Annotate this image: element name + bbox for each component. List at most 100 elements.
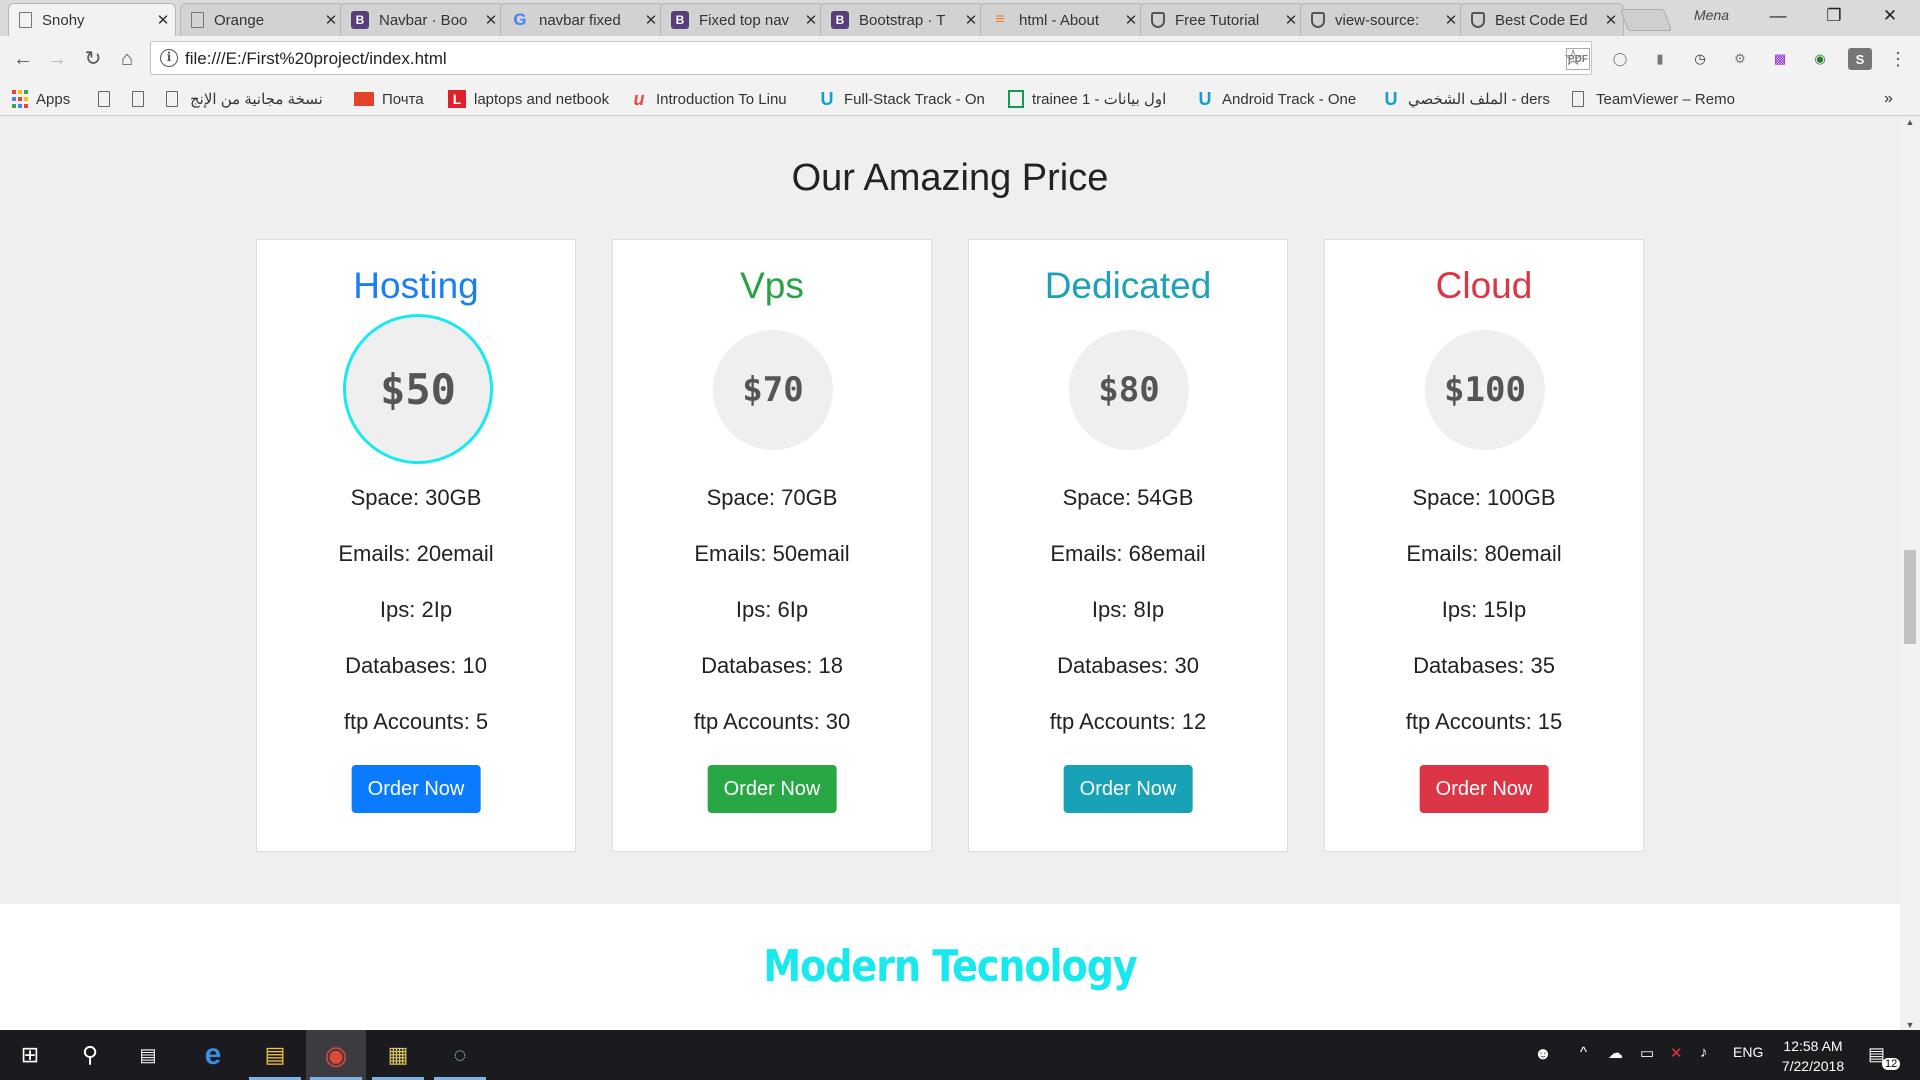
- order-now-button[interactable]: Order Now: [1419, 765, 1549, 813]
- pdf-save-icon[interactable]: ▩: [1768, 48, 1792, 70]
- pdf-extension-icon[interactable]: PDF: [1566, 48, 1590, 70]
- tab-title: Orange: [214, 11, 265, 29]
- home-icon[interactable]: ⌂: [112, 44, 142, 74]
- bookmark-label: laptops and netbook: [474, 90, 610, 108]
- browser-tab[interactable]: view-source: ✕: [1300, 3, 1464, 36]
- order-now-button[interactable]: Order Now: [707, 765, 837, 813]
- plan-feature: Databases: 30: [1057, 653, 1199, 678]
- edge-icon[interactable]: e: [183, 1030, 243, 1080]
- extension-globe-icon[interactable]: ◯: [1608, 48, 1632, 70]
- vertical-scrollbar[interactable]: ▲ ▼: [1900, 117, 1920, 1030]
- browser-tab[interactable]: Free Tutorial ✕: [1140, 3, 1304, 36]
- bookmarks-overflow-icon[interactable]: »: [1884, 89, 1893, 109]
- bookmark-item[interactable]: U الملف الشخصي - ders: [1382, 89, 1550, 109]
- scroll-down-icon[interactable]: ▼: [1900, 1020, 1920, 1030]
- browser-tab[interactable]: Gnavbar fixed ✕: [500, 3, 664, 36]
- browser-tab[interactable]: Snohy ✕: [8, 3, 176, 36]
- people-icon[interactable]: ☻: [1534, 1044, 1552, 1064]
- url-text[interactable]: file:///E:/First%20project/index.html: [185, 49, 447, 69]
- pricing-card: Dedicated $80 Space: 54GB Emails: 68email Ip…: [968, 239, 1288, 852]
- bookmark-item[interactable]: trainee 1 - اول بيانات: [1008, 89, 1166, 109]
- mail-icon: [354, 92, 374, 106]
- tray-overflow-icon[interactable]: ^: [1580, 1044, 1587, 1061]
- page-icon: [98, 91, 110, 107]
- site-info-icon[interactable]: i: [160, 49, 178, 67]
- pricing-card: Hosting $50 Space: 30GB Emails: 20email Ips:…: [256, 239, 576, 852]
- globe-extension-icon[interactable]: ◉: [1808, 48, 1832, 70]
- bookmark-item[interactable]: [132, 89, 156, 109]
- plan-name: Hosting: [353, 265, 479, 306]
- reload-icon[interactable]: ↻: [78, 44, 108, 74]
- close-tab-icon[interactable]: ✕: [1599, 11, 1623, 29]
- bookmark-item[interactable]: Llaptops and netbook: [448, 89, 609, 109]
- battery-icon[interactable]: ▭: [1640, 1044, 1654, 1062]
- bookmark-extension-icon[interactable]: ▮: [1648, 48, 1672, 70]
- browser-tab[interactable]: B Bootstrap · T ✕: [820, 3, 984, 36]
- bookmark-item[interactable]: [98, 89, 122, 109]
- bookmark-item[interactable]: u Introduction To Linu: [630, 89, 787, 109]
- pricing-card: Vps $70 Space: 70GB Emails: 50email Ips: 6Ip…: [612, 239, 932, 852]
- apps-grid-icon: [12, 90, 28, 108]
- windows-start-icon[interactable]: ⊞: [0, 1030, 60, 1080]
- file-explorer-icon[interactable]: ▤: [245, 1030, 305, 1080]
- media-app-icon[interactable]: ▦: [368, 1030, 428, 1080]
- network-icon[interactable]: ✕: [1670, 1044, 1683, 1062]
- clock[interactable]: 12:58 AM 7/22/2018: [1768, 1036, 1858, 1076]
- browser-tab[interactable]: B Fixed top nav ✕: [660, 3, 824, 36]
- bookmark-apps[interactable]: Apps: [12, 89, 70, 109]
- browser-tab[interactable]: Best Code Ed ✕: [1460, 3, 1624, 36]
- search-icon[interactable]: ⚲: [60, 1030, 120, 1080]
- order-now-button[interactable]: Order Now: [1063, 765, 1193, 813]
- bookmark-label: trainee 1 - اول بيانات: [1032, 91, 1167, 108]
- s-extension-icon[interactable]: S: [1848, 48, 1872, 70]
- close-window-icon[interactable]: ✕: [1862, 0, 1918, 32]
- order-now-button[interactable]: Order Now: [351, 765, 481, 813]
- profile-name[interactable]: Mena: [1694, 7, 1729, 23]
- plan-feature: Ips: 6Ip: [735, 597, 809, 622]
- chrome-icon[interactable]: ◉: [306, 1030, 366, 1080]
- tab-title: Fixed top nav: [699, 11, 790, 29]
- scrollbar-thumb[interactable]: [1904, 550, 1916, 644]
- page-icon: [132, 91, 144, 107]
- browser-tab[interactable]: B Navbar · Boo ✕: [340, 3, 504, 36]
- paint-app-icon[interactable]: ◌: [430, 1030, 490, 1080]
- bookmark-label: الملف الشخصي - ders: [1408, 91, 1550, 108]
- windows-taskbar: ⊞ ⚲ ▤ e ▤ ◉ ▦ ◌ ☻ ^ ☁ ▭ ✕ ♪ ENG 12:58 AM…: [0, 1030, 1920, 1080]
- bookmark-item[interactable]: نسخة مجانية من الإنج: [166, 89, 323, 109]
- menu-icon[interactable]: ⋮: [1886, 48, 1910, 70]
- close-tab-icon[interactable]: ✕: [151, 11, 175, 29]
- scroll-up-icon[interactable]: ▲: [1900, 117, 1920, 127]
- language-indicator[interactable]: ENG: [1733, 1044, 1763, 1060]
- new-tab-button[interactable]: [1619, 9, 1673, 31]
- task-view-icon[interactable]: ▤: [118, 1030, 178, 1080]
- settings-extension-icon[interactable]: ⚙: [1728, 48, 1752, 70]
- bookmark-item[interactable]: TeamViewer – Remo: [1572, 89, 1735, 109]
- bookmark-label: Почта: [382, 90, 424, 108]
- udacity-icon: U: [1198, 88, 1212, 109]
- pricing-card: Cloud $100 Space: 100GB Emails: 80email Ips:…: [1324, 239, 1644, 852]
- bookmark-item[interactable]: U Android Track - One: [1196, 88, 1357, 109]
- notification-count: 12: [1882, 1058, 1901, 1070]
- stackoverflow-icon: ≡: [995, 11, 1005, 28]
- pricing-section-title: Our Amazing Price: [791, 157, 1109, 199]
- forward-icon[interactable]: →: [42, 44, 72, 74]
- browser-tab[interactable]: ≡ html - About ✕: [980, 3, 1144, 36]
- bookmark-item[interactable]: Почта: [354, 89, 424, 109]
- plan-feature: Space: 70GB: [706, 485, 838, 510]
- volume-icon[interactable]: ♪: [1700, 1044, 1708, 1061]
- plan-feature: ftp Accounts: 5: [343, 709, 489, 734]
- minimize-icon[interactable]: —: [1750, 0, 1806, 32]
- plan-feature: Databases: 35: [1413, 653, 1555, 678]
- tab-title: Best Code Ed: [1495, 11, 1588, 29]
- address-bar[interactable]: i file:///E:/First%20project/index.html …: [150, 41, 1592, 75]
- bookmark-item[interactable]: U Full-Stack Track - On: [818, 89, 985, 109]
- onedrive-icon[interactable]: ☁: [1608, 1044, 1623, 1062]
- shield-icon: [1311, 12, 1325, 28]
- plan-feature: ftp Accounts: 12: [1049, 709, 1207, 734]
- restore-icon[interactable]: ❐: [1806, 0, 1862, 32]
- plan-feature: Space: 54GB: [1062, 485, 1194, 510]
- speed-dial-icon[interactable]: ◷: [1688, 48, 1712, 70]
- browser-tab[interactable]: Orange ✕: [180, 3, 344, 36]
- back-icon[interactable]: ←: [8, 44, 38, 74]
- tab-title: Free Tutorial: [1175, 11, 1260, 29]
